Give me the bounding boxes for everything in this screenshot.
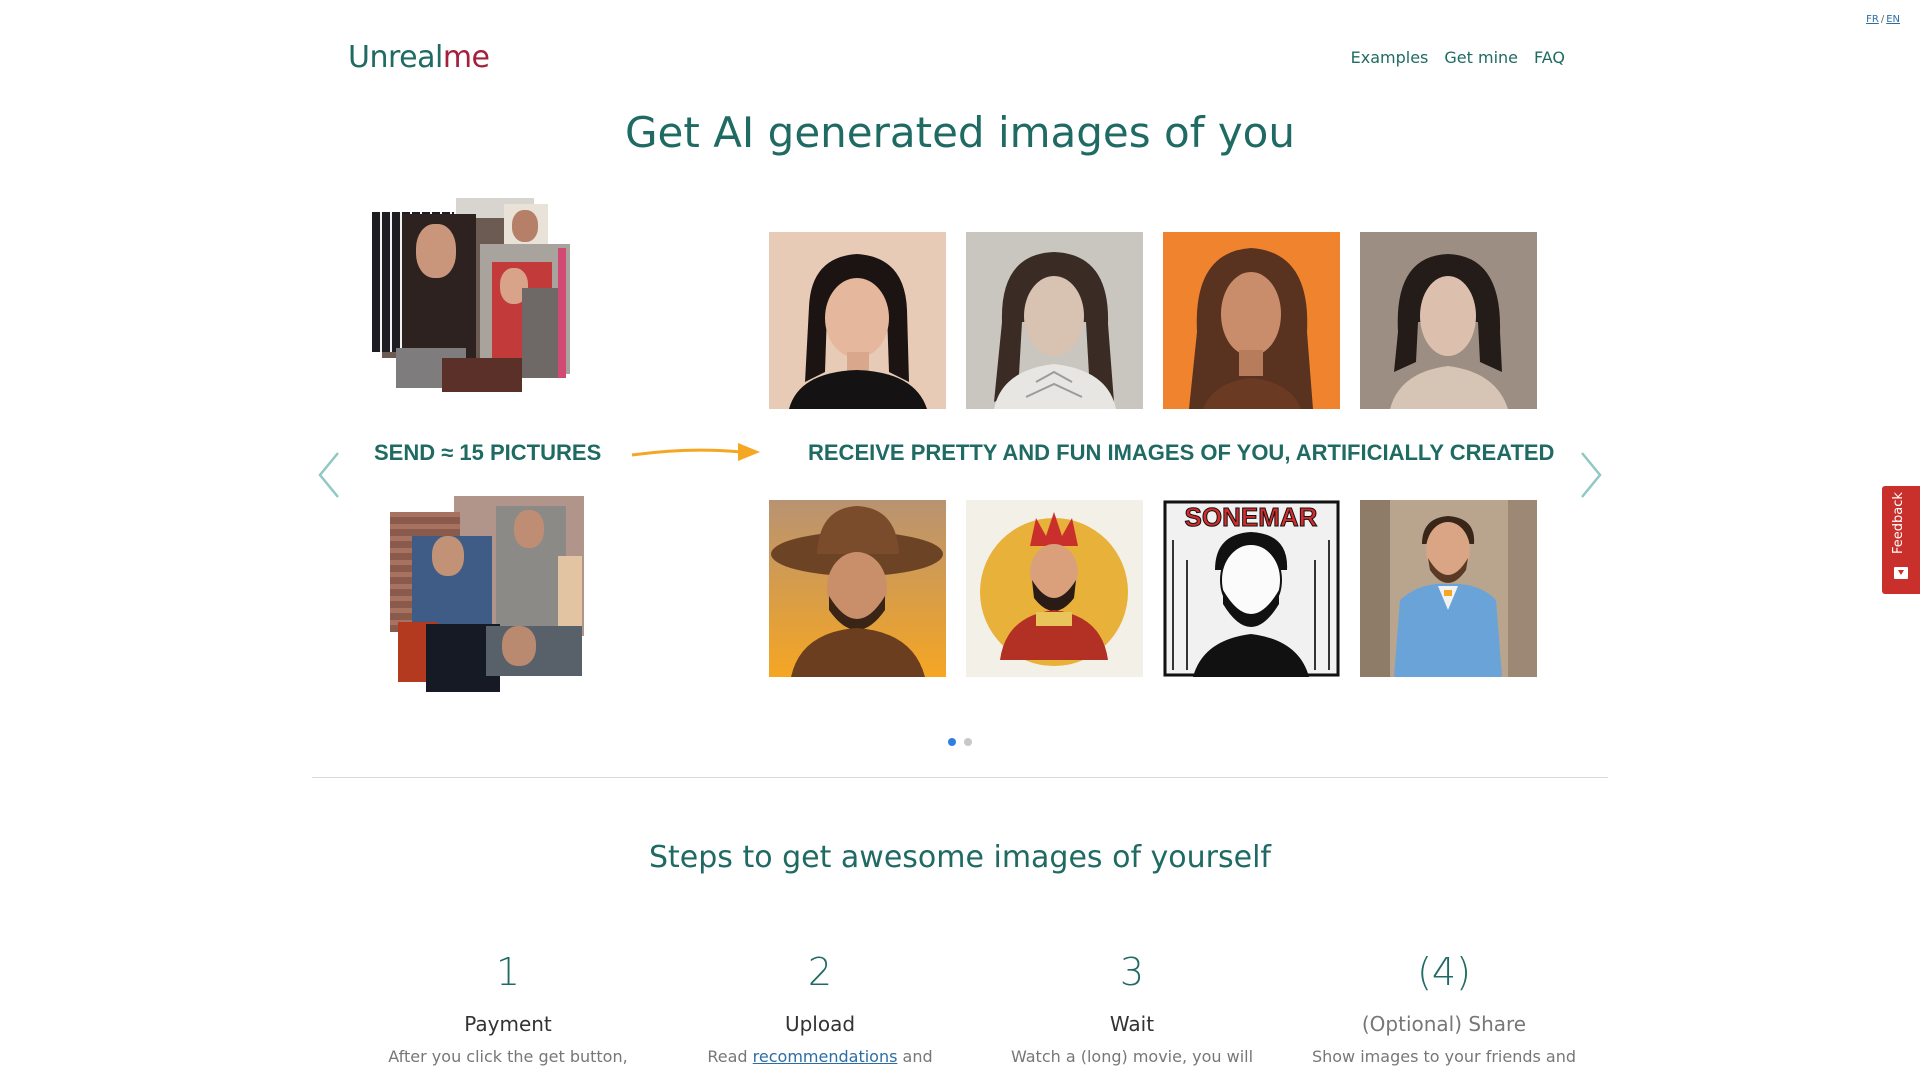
generated-image-2[interactable] (966, 232, 1143, 409)
step-share: (4) (Optional) Share Show images to your… (1288, 950, 1600, 1068)
generated-image-3[interactable] (1163, 232, 1340, 409)
language-switcher: FR / EN (1866, 14, 1900, 25)
nav-get-mine[interactable]: Get mine (1444, 48, 1518, 67)
portrait-black-top-icon (769, 232, 946, 409)
brand-part-2: me (442, 40, 490, 75)
generated-images-row-1 (769, 232, 1537, 409)
desc-prefix: Read (707, 1047, 753, 1066)
step-description: After you click the get button, (388, 1047, 628, 1066)
carousel-dot-1[interactable] (948, 738, 956, 746)
chevron-left-icon (318, 452, 339, 498)
step-description: Show images to your friends and (1311, 1047, 1577, 1066)
generated-image-4[interactable] (1360, 232, 1537, 409)
comic-title-text: SONEMAR (1185, 502, 1318, 532)
feedback-tab[interactable]: Feedback (1882, 486, 1920, 594)
steps-title: Steps to get awesome images of yourself (648, 840, 1271, 875)
chevron-right-icon (1581, 452, 1602, 498)
brand-part-1: Unreal (348, 40, 443, 75)
carousel-dot-2[interactable] (964, 738, 972, 746)
brand-logo[interactable]: Unrealme (348, 40, 490, 75)
feedback-icon (1894, 567, 1908, 579)
steps-list: 1 Payment After you click the get button… (352, 950, 1600, 1068)
arrow-right-icon (631, 443, 760, 461)
step-wait: 3 Wait Watch a (long) movie, you will (976, 950, 1288, 1068)
lang-separator: / (1880, 14, 1885, 25)
input-photos-collage-woman (372, 198, 612, 398)
portrait-blue-suit-icon (1360, 500, 1537, 677)
step-name: Upload (784, 1012, 856, 1036)
nav-examples[interactable]: Examples (1351, 48, 1429, 67)
carousel-prev-button[interactable] (310, 445, 350, 505)
carousel-next-button[interactable] (1570, 445, 1610, 505)
step-description: Watch a (long) movie, you will (1010, 1047, 1254, 1066)
send-pictures-label: SEND ≈ 15 PICTURES (374, 440, 602, 465)
lang-fr-link[interactable]: FR (1866, 14, 1879, 25)
step-upload: 2 Upload Read recommendations and (664, 950, 976, 1068)
portrait-cowboy-icon (769, 500, 946, 677)
generated-image-5[interactable] (769, 500, 946, 677)
portrait-cyborg-icon (966, 232, 1143, 409)
step-number: 1 (495, 950, 521, 994)
portrait-king-icon (966, 500, 1143, 677)
page-title: Get AI generated images of you (624, 108, 1295, 157)
generated-image-1[interactable] (769, 232, 946, 409)
generated-image-6[interactable] (966, 500, 1143, 677)
feedback-label: Feedback (1891, 492, 1906, 554)
top-nav: Examples Get mine FAQ (1351, 48, 1565, 67)
portrait-painted-icon (1360, 232, 1537, 409)
examples-carousel: SEND ≈ 15 PICTURES RECEIVE PRETTY AND FU… (310, 190, 1610, 710)
step-name: (Optional) Share (1361, 1012, 1527, 1036)
step-name: Payment (464, 1012, 552, 1036)
portrait-comic-icon: SONEMAR (1163, 500, 1340, 677)
generated-image-8[interactable] (1360, 500, 1537, 677)
recommendations-link[interactable]: recommendations (753, 1047, 898, 1066)
desc-suffix: and (897, 1047, 933, 1066)
receive-images-label: RECEIVE PRETTY AND FUN IMAGES OF YOU, AR… (808, 440, 1555, 465)
step-name: Wait (1109, 1012, 1155, 1036)
portrait-orange-bg-icon (1163, 232, 1340, 409)
carousel-pagination (0, 738, 1920, 746)
step-number: 3 (1119, 950, 1145, 994)
step-number: 2 (807, 950, 833, 994)
generated-image-7[interactable]: SONEMAR (1163, 500, 1340, 677)
nav-faq[interactable]: FAQ (1534, 48, 1565, 67)
section-divider (312, 777, 1608, 778)
lang-en-link[interactable]: EN (1886, 14, 1900, 25)
input-photos-collage-man (390, 496, 630, 696)
step-payment: 1 Payment After you click the get button… (352, 950, 664, 1068)
step-number: (4) (1417, 950, 1471, 994)
step-description: Read recommendations and (664, 1046, 976, 1068)
generated-images-row-2: SONEMAR (769, 500, 1537, 677)
